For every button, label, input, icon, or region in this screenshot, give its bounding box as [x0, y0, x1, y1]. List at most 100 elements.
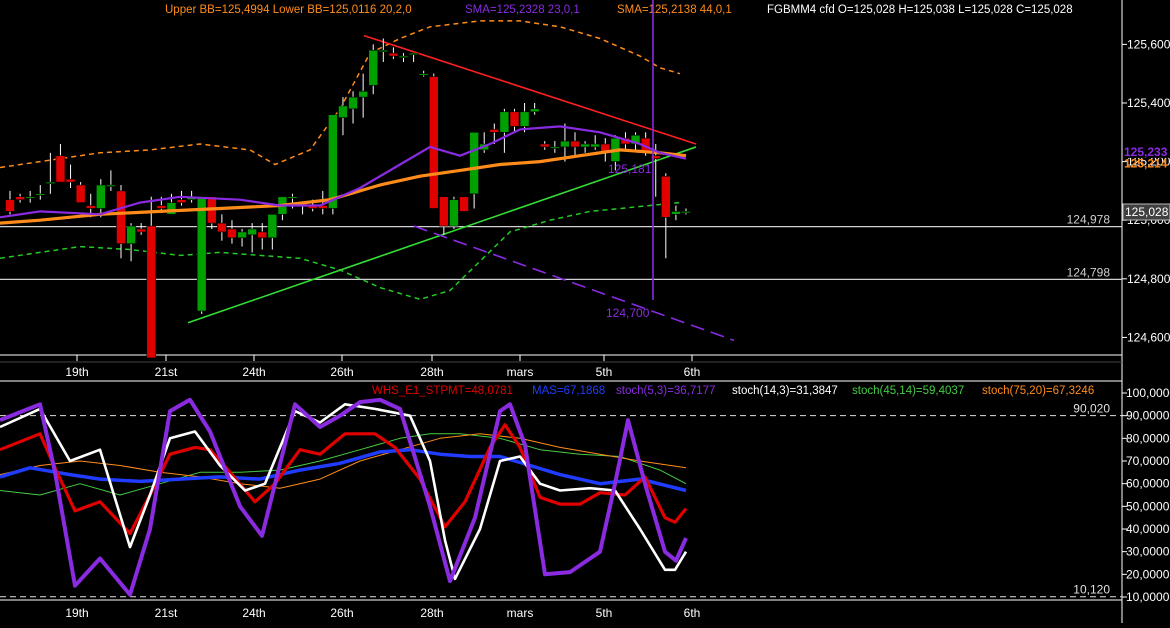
time-tick-label: mars [507, 365, 534, 379]
osc-tick-label: 20,0000 [1126, 567, 1170, 581]
price-tick-label: 125,400 [1127, 96, 1170, 110]
time-tick-label: 19th [65, 365, 88, 379]
candle-down [146, 225, 157, 359]
candle-up [287, 196, 298, 199]
sma23-legend: SMA=125,2328 23,0,1 [465, 4, 580, 16]
candle-up [580, 143, 590, 148]
level-label: 124,978 [1067, 213, 1111, 227]
candle-down [489, 129, 500, 133]
candle-down [217, 222, 227, 233]
osc-time-tick-label: 28th [420, 606, 443, 620]
osc-tick-label: 40,0000 [1126, 522, 1170, 536]
candle-up [237, 231, 247, 239]
osc-time-tick-label: 6th [684, 606, 701, 620]
candle-up [408, 52, 419, 55]
osc-tick-label: 90,0000 [1126, 409, 1170, 423]
time-tick-label: 5th [596, 365, 613, 379]
candle-up [358, 90, 368, 98]
candle-up [560, 140, 570, 148]
candle-up [328, 114, 338, 209]
price-tick-label: 124,600 [1127, 330, 1170, 344]
time-tick-label: 21st [155, 365, 178, 379]
candle-down [15, 196, 25, 200]
candle-up [247, 228, 257, 236]
candle-up [590, 143, 600, 148]
osc-tick-label: 60,0000 [1126, 477, 1170, 491]
candle-up [267, 214, 278, 239]
stoch143-legend: stoch(14,3)=31,3847 [732, 385, 838, 397]
candle-down [176, 199, 187, 203]
candle-up [368, 49, 379, 86]
candle-up [126, 225, 136, 244]
stoch7520-legend: stoch(75,20)=67,3246 [982, 385, 1094, 397]
candle-down [156, 205, 167, 209]
candle-down [227, 228, 237, 239]
stoch4514-legend: stoch(45,14)=59,4037 [852, 385, 964, 397]
candle-down [661, 175, 671, 218]
candle-down [257, 231, 268, 239]
candle-down [388, 52, 399, 57]
candle-down [5, 199, 15, 212]
osc-upper-level-label: 90,020 [1073, 402, 1110, 416]
mas-legend: MAS=67,1868 [532, 385, 605, 397]
candle-down [65, 178, 76, 183]
candle-up [529, 108, 540, 113]
price-tick-label: 125,600 [1127, 37, 1170, 51]
stoch53-legend: stoch(5,3)=36,7177 [616, 385, 715, 397]
candle-up [469, 131, 479, 195]
candle-up [418, 73, 429, 76]
osc-series-stoch143 [0, 397, 688, 597]
candle-down [85, 205, 96, 209]
intersect-label: 124,700 [606, 306, 650, 320]
trading-chart: Upper BB=125,4994 Lower BB=125,0116 20,2… [0, 0, 1170, 623]
time-tick-label: 26th [330, 365, 353, 379]
osc-tick-label: 30,0000 [1126, 545, 1170, 559]
candle-up [519, 111, 530, 127]
osc-tick-label: 70,0000 [1126, 454, 1170, 468]
candle-down [116, 190, 126, 244]
time-tick-label: 6th [684, 365, 701, 379]
chart-canvas: Upper BB=125,4994 Lower BB=125,0116 20,2… [0, 0, 1170, 623]
candle-up [681, 211, 691, 214]
osc-time-tick-label: 21st [155, 606, 178, 620]
osc-time-tick-label: 24th [242, 606, 265, 620]
sma44-value-label: 125,214 [1124, 156, 1168, 170]
osc-time-tick-label: 5th [596, 606, 613, 620]
bb-legend: Upper BB=125,4994 Lower BB=125,0116 20,2… [165, 4, 412, 16]
osc-tick-label: 80,0000 [1126, 431, 1170, 445]
candle-down [75, 184, 86, 203]
time-tick-label: 24th [242, 365, 265, 379]
whs-legend: WHS_E1_STPMT=48,0781 [372, 385, 513, 397]
candle-up [499, 111, 510, 133]
osc-tick-label: 10,0000 [1126, 590, 1170, 604]
trendline-purple_dash [413, 225, 735, 342]
candle-down [439, 196, 449, 227]
candle-down [55, 155, 66, 183]
candle-down [539, 143, 550, 148]
osc-series-stoch4514 [0, 433, 687, 496]
candle-down [428, 76, 439, 209]
time-tick-label: 28th [420, 365, 443, 379]
candle-up [106, 184, 116, 187]
last-price-label: 125,028 [1125, 205, 1169, 219]
intersect-label: 125,181 [608, 162, 652, 176]
osc-tick-label: 100,0000 [1126, 386, 1170, 400]
osc-lower-level-label: 10,120 [1073, 583, 1110, 597]
ohlc-legend: FGBMM4 cfd O=125,028 H=125,038 L=125,028… [767, 4, 1073, 16]
osc-tick-label: 50,0000 [1126, 499, 1170, 513]
candle-up [35, 193, 46, 196]
candle-up [25, 196, 35, 199]
osc-time-tick-label: 19th [65, 606, 88, 620]
candle-down [136, 228, 146, 233]
candle-up [378, 49, 389, 53]
price-tick-label: 124,800 [1127, 272, 1170, 286]
sma44-legend: SMA=125,2138 44,0,1 [617, 4, 732, 16]
candle-up [348, 96, 358, 110]
candle-down [459, 196, 469, 212]
candle-up [338, 105, 348, 118]
osc-time-tick-label: 26th [330, 606, 353, 620]
candle-up [96, 184, 106, 209]
candle-down [509, 111, 520, 127]
candle-up [398, 55, 409, 58]
candle-down [570, 140, 580, 148]
